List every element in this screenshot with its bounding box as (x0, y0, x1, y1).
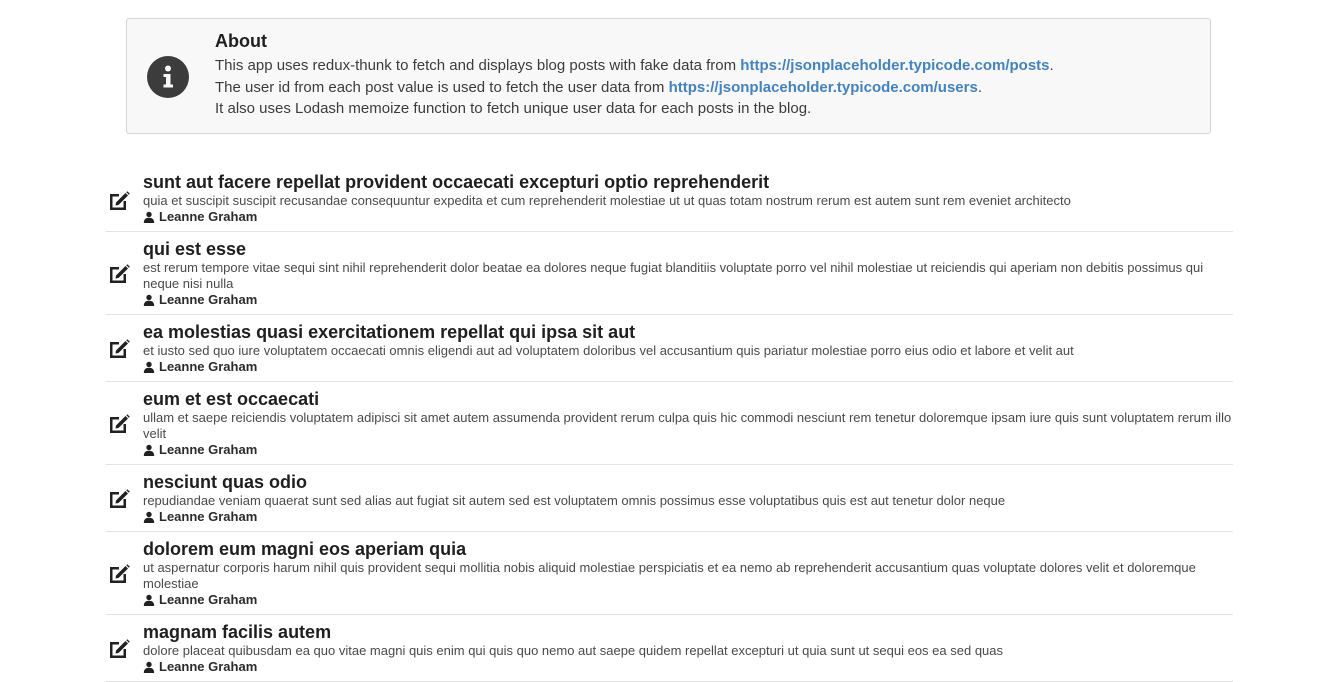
post-body: est rerum tempore vitae sequi sint nihil… (143, 260, 1204, 291)
user-icon (143, 444, 155, 456)
about-content: About This app uses redux-thunk to fetch… (215, 30, 1194, 120)
users-api-link[interactable]: https://jsonplaceholder.typicode.com/use… (669, 79, 978, 96)
edit-icon (106, 561, 132, 587)
edit-icon (106, 336, 132, 362)
author-name: Leanne Graham (159, 442, 258, 457)
about-line-1-end: . (1049, 57, 1054, 74)
post-author: Leanne Graham (143, 359, 1233, 375)
post-author: Leanne Graham (143, 209, 1233, 225)
about-line-2: The user id from each post value is used… (215, 77, 1194, 99)
list-item: nesciunt quas odio repudiandae veniam qu… (106, 465, 1233, 532)
user-icon (143, 294, 155, 306)
list-item: ea molestias quasi exercitationem repell… (106, 315, 1233, 382)
user-icon (143, 361, 155, 373)
about-line-2-text: The user id from each post value is used… (215, 78, 669, 96)
list-item: eum et est occaecati ullam et saepe reic… (106, 382, 1233, 465)
about-title: About (215, 31, 267, 51)
author-name: Leanne Graham (159, 292, 258, 307)
post-author: Leanne Graham (143, 509, 1233, 525)
edit-icon (106, 261, 132, 287)
post-author: Leanne Graham (143, 592, 1233, 608)
edit-icon (106, 636, 132, 662)
about-line-2-end: . (977, 78, 982, 96)
post-title: sunt aut facere repellat provident occae… (143, 172, 770, 192)
about-message: About This app uses redux-thunk to fetch… (126, 18, 1211, 134)
author-name: Leanne Graham (159, 209, 258, 224)
about-line-3: It also uses Lodash memoize function to … (215, 100, 812, 117)
user-icon (143, 661, 155, 673)
list-item: dolorem eum magni eos aperiam quia ut as… (106, 532, 1233, 615)
post-body: dolore placeat quibusdam ea quo vitae ma… (143, 643, 1004, 658)
post-body: ut aspernatur corporis harum nihil quis … (143, 560, 1196, 591)
post-title: dolorem eum magni eos aperiam quia (143, 539, 467, 559)
edit-icon (106, 411, 132, 437)
about-line-1-text: This app uses redux-thunk to fetch and d… (215, 57, 741, 74)
post-title: magnam facilis autem (143, 622, 332, 642)
post-title: qui est esse (143, 239, 247, 259)
author-name: Leanne Graham (159, 359, 258, 374)
list-item: sunt aut facere repellat provident occae… (106, 168, 1233, 232)
post-body: repudiandae veniam quaerat sunt sed alia… (143, 493, 1006, 508)
list-item: magnam facilis autem dolore placeat quib… (106, 615, 1233, 682)
author-name: Leanne Graham (159, 592, 258, 607)
edit-icon (106, 486, 132, 512)
edit-icon (106, 188, 132, 214)
post-body: et iusto sed quo iure voluptatem occaeca… (143, 343, 1074, 358)
post-body: ullam et saepe reiciendis voluptatem adi… (143, 410, 1232, 441)
list-item: qui est esse est rerum tempore vitae seq… (106, 232, 1233, 315)
author-name: Leanne Graham (159, 509, 258, 524)
post-list: sunt aut facere repellat provident occae… (106, 168, 1233, 682)
post-title: eum et est occaecati (143, 389, 320, 409)
about-line-1: This app uses redux-thunk to fetch and d… (215, 55, 1194, 77)
post-title: nesciunt quas odio (143, 472, 308, 492)
user-icon (143, 594, 155, 606)
info-circle-icon (147, 56, 189, 98)
user-icon (143, 211, 155, 223)
post-author: Leanne Graham (143, 292, 1233, 308)
post-author: Leanne Graham (143, 659, 1233, 675)
posts-api-link[interactable]: https://jsonplaceholder.typicode.com/pos… (740, 57, 1049, 74)
user-icon (143, 511, 155, 523)
post-body: quia et suscipit suscipit recusandae con… (143, 193, 1071, 208)
author-name: Leanne Graham (159, 659, 258, 674)
post-author: Leanne Graham (143, 442, 1233, 458)
post-title: ea molestias quasi exercitationem repell… (143, 322, 636, 342)
